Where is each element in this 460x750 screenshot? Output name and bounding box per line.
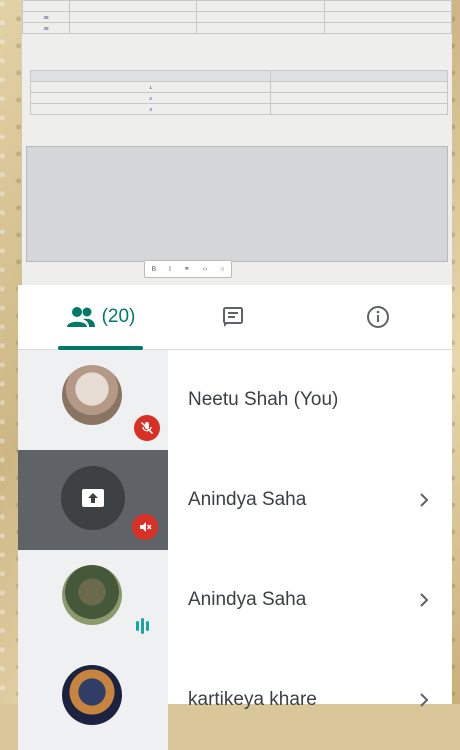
table-row: 39 (22, 22, 452, 34)
chevron-right-icon[interactable] (414, 490, 434, 510)
participant-avatar-cell (18, 650, 168, 750)
table-row: 1 (29, 81, 448, 93)
sub-table: 1 2 3 (29, 70, 448, 115)
panel-tabs: (20) (18, 285, 452, 350)
table-row: 3 (29, 103, 448, 115)
mic-muted-icon (134, 415, 160, 441)
selected-code-block (26, 146, 448, 262)
avatar (62, 565, 122, 625)
table-row (22, 0, 452, 12)
people-icon (66, 307, 95, 327)
participant-name: Neetu Shah (You) (188, 389, 339, 410)
table-row: 38 (22, 11, 452, 23)
screen-share-icon (61, 466, 125, 530)
participant-row[interactable]: Neetu Shah (You) (18, 350, 452, 450)
participant-avatar-cell (18, 450, 168, 550)
speaking-indicator-icon (136, 618, 149, 634)
selection-toolbar[interactable]: B I ⚭ ‹› ○ (144, 260, 232, 278)
tab-people[interactable]: (20) (38, 285, 163, 350)
avatar (62, 365, 122, 425)
participant-name: Anindya Saha (188, 589, 307, 610)
participant-avatar-cell (18, 550, 168, 650)
shared-document-preview: 38 39 1 2 3 B I ⚭ ‹› ○ (22, 0, 452, 285)
top-table: 38 39 (22, 0, 452, 34)
participants-panel: (20) Neetu Shah (You) Anindya Saha Anind… (18, 285, 452, 750)
participant-name: Anindya Saha (188, 489, 307, 510)
info-icon (367, 306, 389, 328)
chevron-right-icon[interactable] (414, 690, 434, 710)
code-icon[interactable]: ‹› (203, 266, 208, 273)
volume-muted-icon (132, 514, 158, 540)
participant-name: kartikeya khare (188, 689, 317, 710)
participant-avatar-cell (18, 350, 168, 450)
participant-row[interactable]: kartikeya khare (18, 650, 452, 750)
table-row: 2 (29, 92, 448, 104)
avatar (62, 665, 122, 725)
chat-icon (223, 307, 243, 327)
tab-info[interactable] (333, 285, 423, 349)
chevron-right-icon[interactable] (414, 590, 434, 610)
link-icon[interactable]: ⚭ (184, 265, 190, 273)
participant-row[interactable]: Anindya Saha (18, 450, 452, 550)
bold-icon[interactable]: B (151, 266, 156, 273)
participant-row[interactable]: Anindya Saha (18, 550, 452, 650)
people-count: (20) (101, 306, 136, 327)
italic-icon[interactable]: I (169, 266, 171, 273)
more-icon[interactable]: ○ (220, 266, 224, 273)
tab-chat[interactable] (188, 285, 278, 349)
